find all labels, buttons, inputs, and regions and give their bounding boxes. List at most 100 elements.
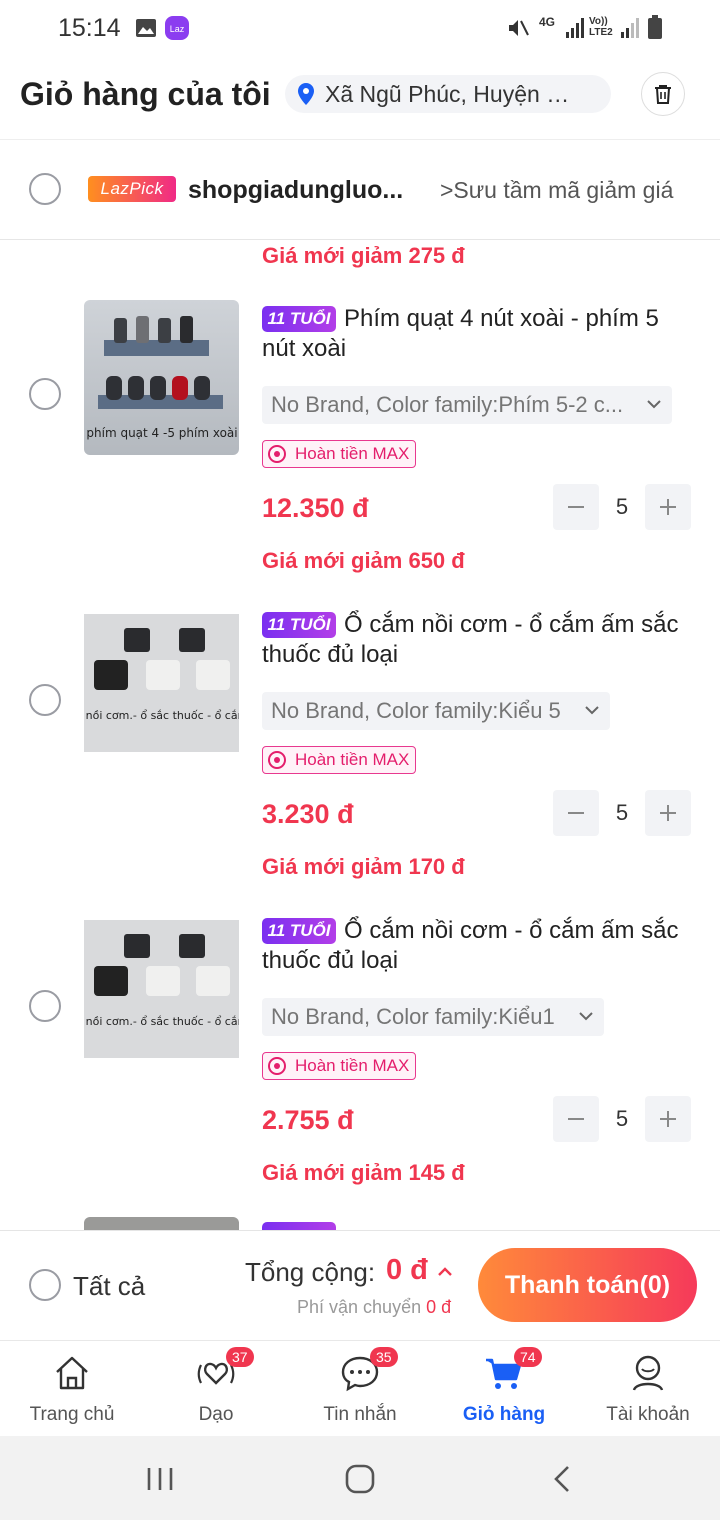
minus-icon [568, 1118, 584, 1120]
total-value: 0 đ [386, 1254, 428, 1286]
recent-apps-icon[interactable] [146, 1466, 174, 1492]
increase-button[interactable] [645, 790, 691, 836]
product-thumbnail[interactable]: ổ cắm nồi cơm.- ổ sắc thuốc - ổ cắm điện [84, 606, 239, 761]
quantity-value[interactable]: 5 [599, 484, 645, 530]
decrease-button[interactable] [553, 790, 599, 836]
quantity-value[interactable]: 5 [599, 1096, 645, 1142]
chevron-down-icon [579, 1012, 593, 1021]
shipping-fee: Phí vận chuyển 0 đ [297, 1297, 451, 1318]
nav-label: Tin nhắn [323, 1404, 397, 1425]
cashback-icon [268, 751, 286, 769]
gallery-icon [136, 19, 156, 37]
cashback-text: Hoàn tiền MAX [295, 1056, 410, 1075]
chevron-up-icon[interactable] [436, 1265, 454, 1279]
item-price: 3.230 đ [262, 799, 354, 829]
status-bar: 15:14 Laz 4G Vo)) LTE2 [0, 0, 720, 56]
nav-home[interactable]: Trang chủ [0, 1341, 144, 1437]
chevron-down-icon [647, 400, 661, 409]
page-title: Giỏ hàng của tôi [20, 76, 271, 112]
location-pin-icon [298, 83, 314, 105]
checkout-bar: Tất cả Tổng cộng: 0 đ Phí vận chuyển 0 đ… [0, 1230, 720, 1340]
collect-voucher-link[interactable]: >Sưu tầm mã giảm giá [440, 177, 673, 204]
battery-icon [648, 15, 662, 39]
decrease-button[interactable] [553, 484, 599, 530]
nav-label: Tài khoản [606, 1404, 690, 1425]
variant-text: No Brand, Color family:Kiểu1 [271, 1004, 555, 1029]
item-discount: Giá mới giảm 170 đ [262, 854, 465, 879]
cashback-badge: Hoàn tiền MAX [262, 440, 417, 468]
nav-messages[interactable]: 35 Tin nhắn [288, 1341, 432, 1437]
plus-icon [660, 1111, 676, 1127]
variant-selector[interactable]: No Brand, Color family:Phím 5-2 c... [262, 386, 672, 424]
nav-explore[interactable]: 37 Dạo [144, 1341, 288, 1437]
store-name[interactable]: shopgiadungluo... [188, 176, 423, 205]
clock: 15:14 [58, 14, 121, 42]
chevron-down-icon [585, 706, 599, 715]
lazada-notification-icon: Laz [165, 16, 189, 40]
nav-account[interactable]: Tài khoản [576, 1341, 720, 1437]
cashback-badge: Hoàn tiền MAX [262, 1052, 417, 1080]
cashback-text: Hoàn tiền MAX [295, 444, 410, 463]
store-header: LazPick shopgiadungluo... >Sưu tầm mã gi… [0, 140, 720, 240]
quantity-stepper: 5 [553, 484, 693, 530]
item-price: 2.755 đ [262, 1105, 354, 1135]
cart-item: ổ cắm nồi cơm.- ổ sắc thuốc - ổ cắm điện… [0, 606, 720, 912]
shipping-label: Phí vận chuyển [297, 1297, 422, 1317]
home-button-icon[interactable] [345, 1464, 375, 1494]
product-thumbnail[interactable]: phím quạt 4 -5 phím xoài [84, 300, 239, 455]
address-text: Xã Ngũ Phúc, Huyện Ki... [325, 80, 580, 107]
back-icon[interactable] [552, 1464, 572, 1494]
quantity-value[interactable]: 5 [599, 790, 645, 836]
address-selector[interactable]: Xã Ngũ Phúc, Huyện Ki... [285, 75, 611, 113]
variant-text: No Brand, Color family:Phím 5-2 c... [271, 392, 624, 417]
minus-icon [568, 812, 584, 814]
thumb-caption: ổ cắm nồi cơm.- ổ sắc thuốc - ổ cắm điện [84, 709, 239, 722]
checkout-button[interactable]: Thanh toán(0) [478, 1248, 697, 1322]
delete-button[interactable] [641, 72, 685, 116]
cart-item-list[interactable]: Giá mới giảm 275 đ phím quạt 4 -5 phím x… [0, 240, 720, 1230]
minus-icon [568, 506, 584, 508]
product-thumbnail[interactable]: ổ cắm nồi cơm.- ổ sắc thuốc - ổ cắm điện [84, 912, 239, 1067]
bottom-nav: Trang chủ 37 Dạo 35 Tin nhắn 74 Giỏ hàng… [0, 1340, 720, 1436]
lazpick-badge: LazPick [88, 176, 176, 202]
cart-header: Giỏ hàng của tôi Xã Ngũ Phúc, Huyện Ki..… [0, 56, 720, 140]
decrease-button[interactable] [553, 1096, 599, 1142]
notification-count: 37 [226, 1347, 254, 1367]
item-select-checkbox[interactable] [29, 378, 61, 410]
fan-switch-image: phím quạt 4 -5 phím xoài [86, 316, 238, 440]
product-title[interactable]: Phím quạt 4 nút xoài - phím 5 nút xoài [262, 304, 692, 364]
socket-image: ổ cắm nồi cơm.- ổ sắc thuốc - ổ cắm điện [84, 920, 239, 1058]
quantity-stepper: 5 [553, 1096, 693, 1142]
shipping-value: 0 đ [426, 1297, 452, 1317]
select-all-checkbox[interactable] [29, 1269, 61, 1301]
item-select-checkbox[interactable] [29, 684, 61, 716]
prev-item-discount: Giá mới giảm 275 đ [262, 243, 465, 268]
variant-selector[interactable]: No Brand, Color family:Kiểu 5 [262, 692, 610, 730]
thumb-caption: ổ cắm nồi cơm.- ổ sắc thuốc - ổ cắm điện [84, 1015, 239, 1028]
increase-button[interactable] [645, 1096, 691, 1142]
next-item-thumbnail-partial[interactable] [84, 1217, 239, 1230]
thumb-caption: phím quạt 4 -5 phím xoài [86, 426, 237, 440]
total-label: Tổng cộng: [245, 1257, 376, 1287]
cashback-icon [268, 445, 286, 463]
increase-button[interactable] [645, 484, 691, 530]
quantity-stepper: 5 [553, 790, 693, 836]
variant-text: No Brand, Color family:Kiểu 5 [271, 698, 561, 723]
home-icon [56, 1356, 88, 1390]
variant-selector[interactable]: No Brand, Color family:Kiểu1 [262, 998, 604, 1036]
plus-icon [660, 805, 676, 821]
notification-count: 35 [370, 1347, 398, 1367]
item-discount: Giá mới giảm 145 đ [262, 1160, 465, 1185]
item-select-checkbox[interactable] [29, 990, 61, 1022]
nav-label: Dạo [198, 1404, 234, 1425]
plus-icon [660, 499, 676, 515]
nav-cart[interactable]: 74 Giỏ hàng [432, 1341, 576, 1437]
trash-icon [655, 85, 671, 104]
network-label: 4G [539, 15, 556, 29]
product-title[interactable]: Ổ cắm nồi cơm - ổ cắm ấm sắc thuốc đủ lo… [262, 610, 692, 670]
volte-label: Vo)) LTE2 [589, 16, 613, 38]
nav-label: Trang chủ [29, 1404, 115, 1425]
product-title[interactable]: Ổ cắm nồi cơm - ổ cắm ấm sắc thuốc đủ lo… [262, 916, 692, 976]
store-select-checkbox[interactable] [29, 173, 61, 205]
select-all-label[interactable]: Tất cả [73, 1271, 145, 1302]
